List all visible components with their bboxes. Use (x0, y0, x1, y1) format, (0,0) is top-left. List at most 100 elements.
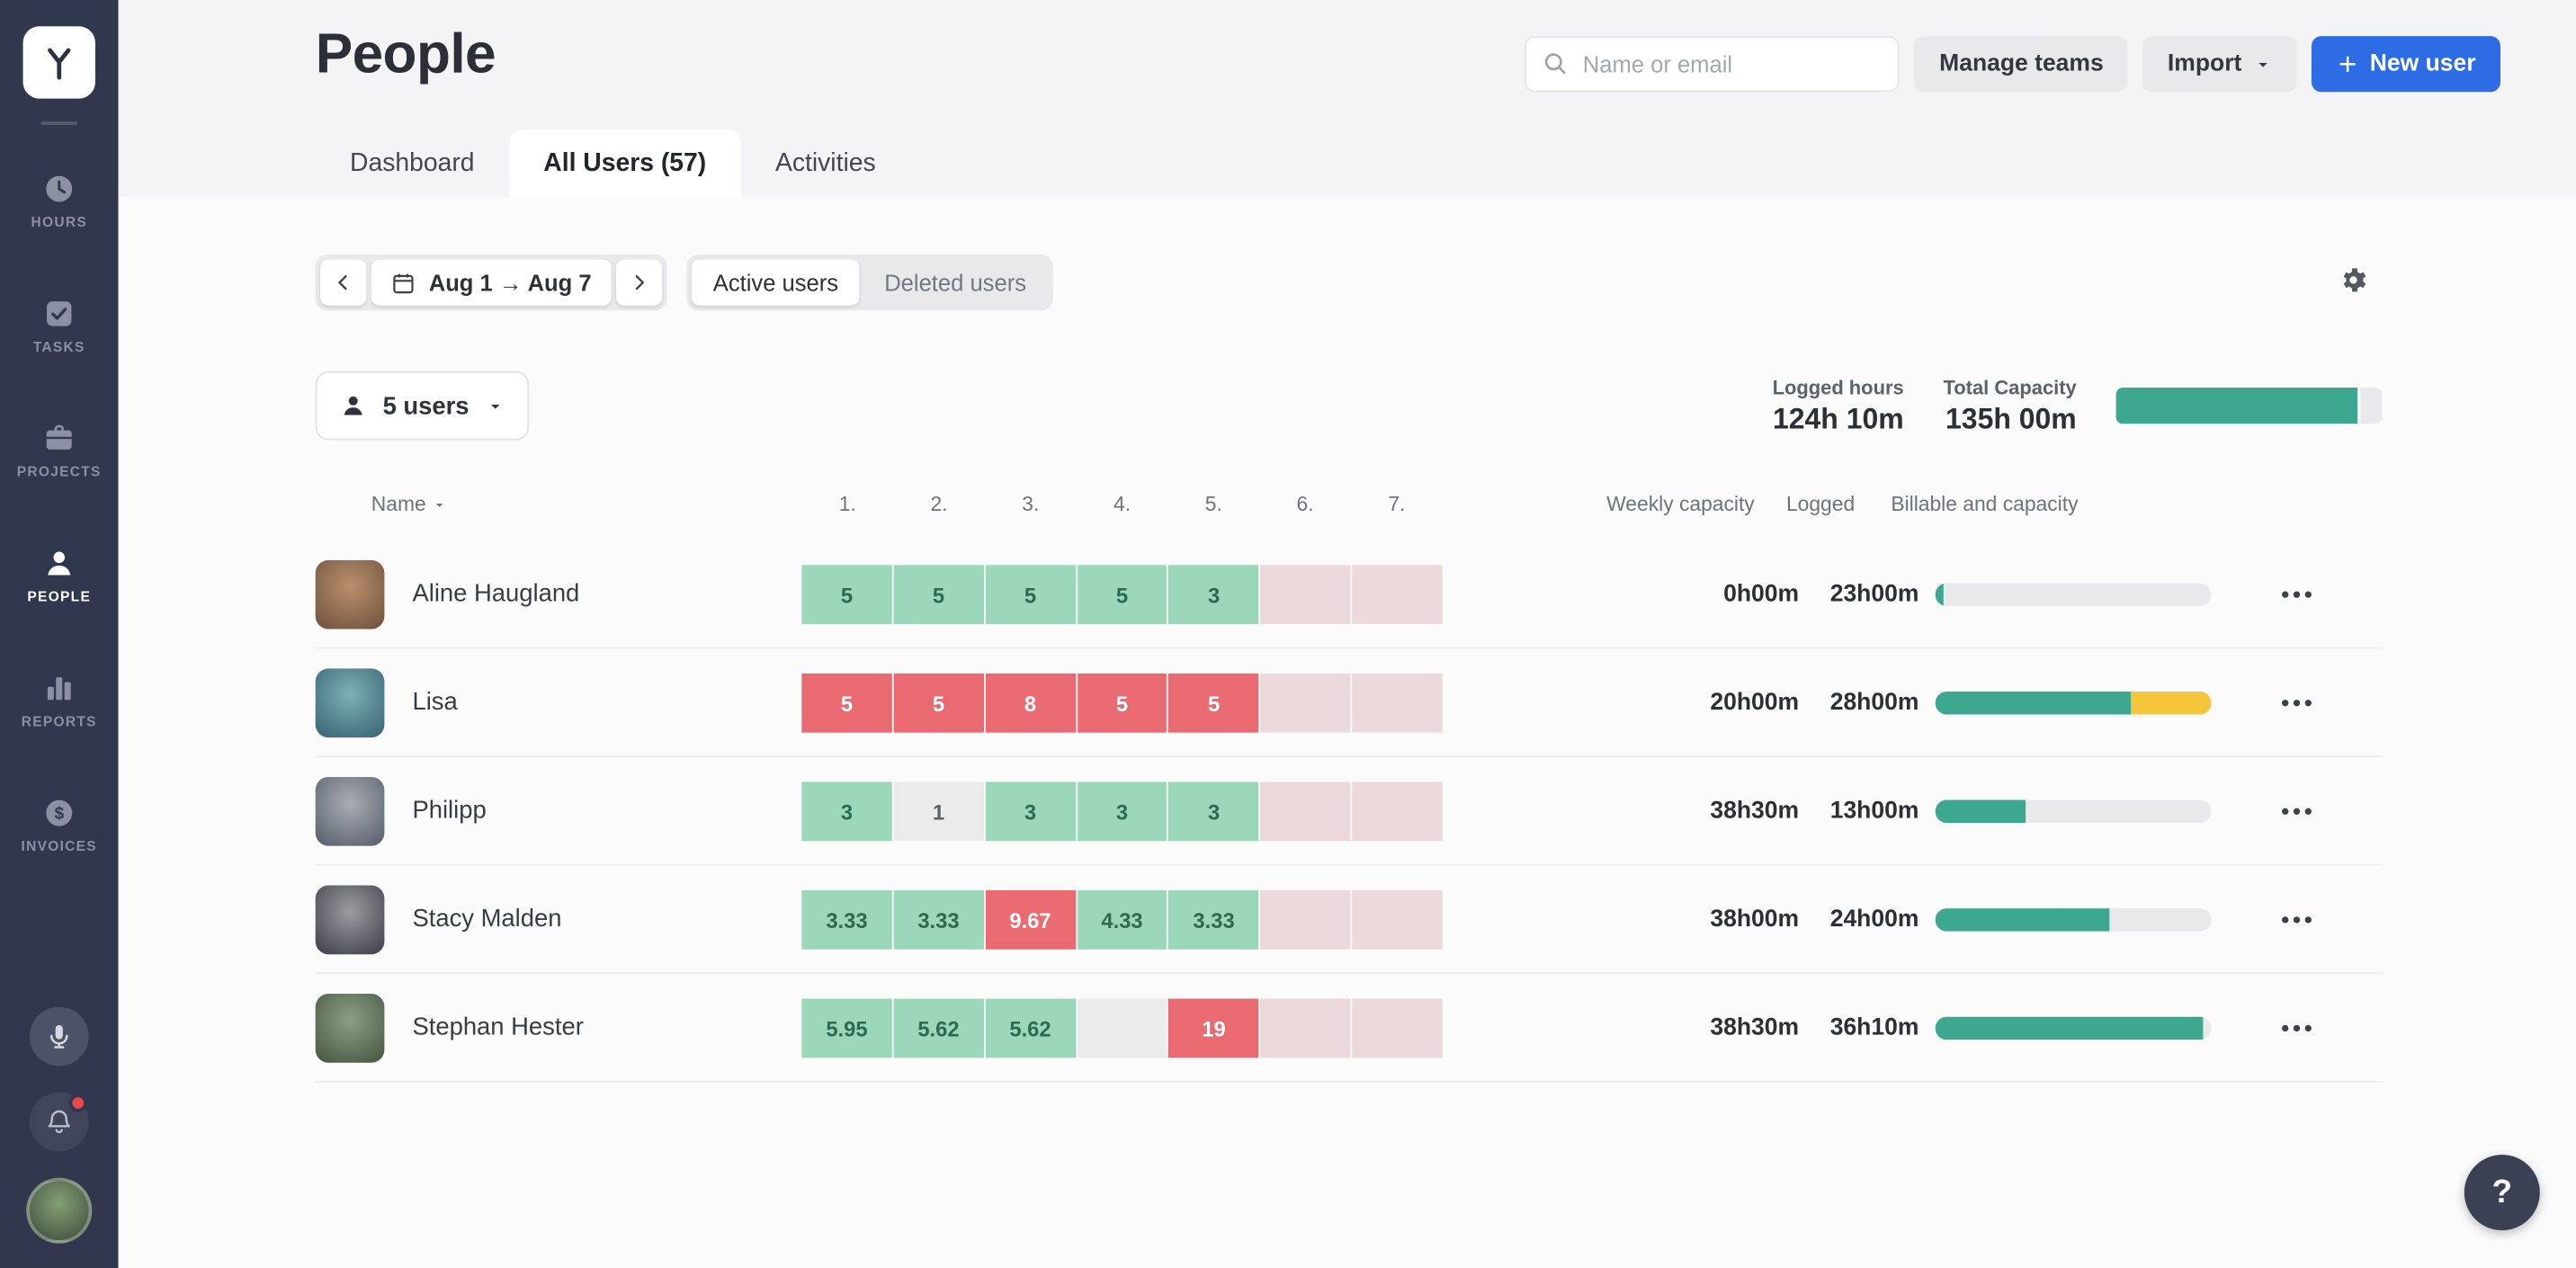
total-capacity-stat: Total Capacity 135h 00m (1944, 375, 2077, 436)
help-button[interactable]: ? (2464, 1155, 2540, 1230)
day-cell[interactable]: 5 (893, 565, 983, 624)
sidebar-item-projects[interactable]: PROJECTS (0, 422, 119, 479)
sidebar-item-invoices[interactable]: INVOICES (0, 797, 119, 854)
day-cell[interactable] (1353, 890, 1443, 950)
next-week-button[interactable] (616, 260, 662, 306)
day-cell[interactable]: 3.33 (893, 890, 983, 950)
avatar[interactable] (316, 560, 385, 630)
import-button[interactable]: Import (2143, 36, 2296, 92)
day-cell[interactable]: 5 (1168, 674, 1258, 733)
row-menu-button[interactable] (2212, 540, 2383, 647)
row-menu-button[interactable] (2212, 757, 2383, 864)
import-label: Import (2168, 51, 2241, 77)
day-cell[interactable] (1260, 674, 1350, 733)
timely-logo-icon (38, 41, 80, 84)
day-cell[interactable]: 5 (893, 674, 983, 733)
day-cell[interactable] (1260, 890, 1350, 950)
user-name[interactable]: Lisa (412, 648, 457, 755)
sidebar-item-people[interactable]: PEOPLE (0, 547, 119, 604)
day-header: 4. (1077, 493, 1168, 516)
users-filter-label: 5 users (383, 392, 470, 420)
day-cell[interactable]: 19 (1168, 999, 1258, 1058)
voice-record-button[interactable] (30, 1007, 89, 1067)
day-header: 7. (1351, 493, 1443, 516)
avatar[interactable] (316, 777, 385, 846)
manage-teams-button[interactable]: Manage teams (1915, 36, 2128, 92)
user-name[interactable]: Aline Haugland (412, 540, 579, 647)
active-users-tab[interactable]: Active users (692, 260, 860, 306)
total-capacity-label: Total Capacity (1944, 375, 2077, 399)
table-row: Philipp 31333 38h30m 13h00m (316, 757, 2383, 866)
day-cell[interactable]: 5.62 (985, 999, 1075, 1058)
day-cell[interactable]: 5.95 (801, 999, 891, 1058)
day-cell[interactable]: 3 (1168, 781, 1258, 841)
user-name[interactable]: Philipp (412, 757, 486, 864)
users-filter-dropdown[interactable]: 5 users (316, 371, 529, 441)
day-cell[interactable]: 3 (1168, 565, 1258, 624)
name-column-header[interactable]: Name (371, 493, 448, 516)
day-cell[interactable]: 3.33 (1168, 890, 1258, 950)
sidebar-item-label: REPORTS (22, 713, 97, 729)
notifications-button[interactable] (30, 1093, 89, 1152)
chevron-left-icon (332, 271, 355, 294)
search-input[interactable] (1525, 36, 1900, 92)
sidebar-item-tasks[interactable]: TASKS (0, 298, 119, 355)
tab-all-users-57[interactable]: All Users (57) (509, 129, 741, 197)
row-menu-button[interactable] (2212, 974, 2383, 1081)
day-cell[interactable]: 5.62 (893, 999, 983, 1058)
day-cell[interactable]: 3 (1077, 781, 1167, 841)
day-cell[interactable]: 1 (893, 781, 983, 841)
billable-capacity-bar (1936, 908, 2212, 932)
day-cell[interactable]: 3 (985, 781, 1075, 841)
user-name[interactable]: Stephan Hester (412, 974, 583, 1081)
day-cell[interactable] (1353, 781, 1443, 841)
total-capacity-bar (2116, 388, 2383, 424)
day-cell[interactable]: 9.67 (985, 890, 1075, 950)
tab-activities[interactable]: Activities (741, 129, 910, 197)
app-logo[interactable] (23, 26, 95, 98)
current-user-avatar[interactable] (26, 1178, 92, 1244)
row-menu-button[interactable] (2212, 648, 2383, 755)
sort-caret-icon (433, 497, 447, 512)
day-cell[interactable]: 8 (985, 674, 1075, 733)
avatar[interactable] (316, 994, 385, 1063)
bell-icon (44, 1107, 74, 1137)
day-cell[interactable]: 5 (1077, 565, 1167, 624)
tab-dashboard[interactable]: Dashboard (316, 129, 509, 197)
sidebar-item-reports[interactable]: REPORTS (0, 672, 119, 729)
day-cell[interactable]: 4.33 (1077, 890, 1167, 950)
day-cell[interactable]: 5 (985, 565, 1075, 624)
person-icon (340, 393, 366, 419)
day-cell[interactable] (1353, 565, 1443, 624)
bar-segment (2131, 692, 2211, 715)
date-range-button[interactable]: Aug 1 → Aug 7 (371, 260, 612, 306)
previous-week-button[interactable] (320, 260, 366, 306)
day-cell[interactable] (1077, 999, 1167, 1058)
logged-value: 23h00m (1830, 540, 1919, 647)
weekly-capacity-value: 20h00m (1710, 648, 1799, 755)
deleted-users-tab[interactable]: Deleted users (863, 260, 1047, 306)
avatar[interactable] (316, 668, 385, 737)
day-cell[interactable]: 3.33 (801, 890, 891, 950)
row-menu-button[interactable] (2212, 866, 2383, 973)
sidebar-item-hours[interactable]: HOURS (0, 173, 119, 230)
settings-button[interactable] (2333, 263, 2373, 302)
day-cell[interactable]: 3 (801, 781, 891, 841)
day-cell[interactable] (1260, 999, 1350, 1058)
day-cell[interactable]: 5 (801, 565, 891, 624)
new-user-button[interactable]: New user (2311, 36, 2500, 92)
day-cell[interactable] (1260, 565, 1350, 624)
day-cell[interactable] (1353, 674, 1443, 733)
day-cell[interactable] (1353, 999, 1443, 1058)
avatar[interactable] (316, 885, 385, 954)
user-name[interactable]: Stacy Malden (412, 866, 561, 973)
day-cells: 5.955.625.6219 (801, 999, 1442, 1058)
summary-stats: Logged hours 124h 10m Total Capacity 135… (1773, 375, 2383, 436)
billable-capacity-bar (1936, 692, 2212, 715)
day-cell[interactable]: 5 (1077, 674, 1167, 733)
new-user-label: New user (2370, 51, 2476, 77)
date-range-control: Aug 1 → Aug 7 (316, 254, 667, 310)
day-cell[interactable]: 5 (801, 674, 891, 733)
day-cell[interactable] (1260, 781, 1350, 841)
header-actions: Manage teams Import New user (1525, 36, 2500, 92)
